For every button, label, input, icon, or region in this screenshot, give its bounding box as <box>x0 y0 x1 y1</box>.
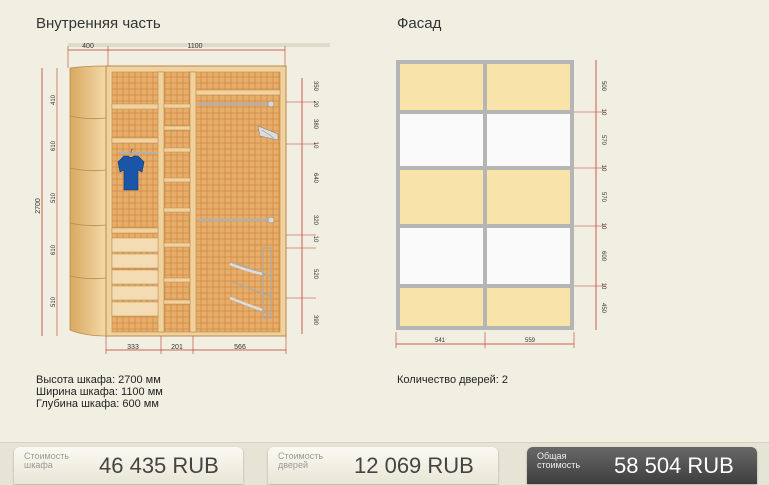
facade-panel-yellow <box>400 64 483 110</box>
facade-panel-yellow <box>487 288 570 326</box>
facade-dim-right-6: 600 <box>600 251 606 262</box>
cabinet-price-label: Стоимость шкафа <box>24 451 70 470</box>
dim-right-1: 20 <box>312 101 318 108</box>
dim-height-total: 2700 <box>35 198 42 214</box>
spec-depth: Глубина шкафа: 600 мм <box>36 398 159 410</box>
partition-1 <box>157 71 165 333</box>
drawer <box>111 285 159 301</box>
dim-right-4: 640 <box>312 173 318 184</box>
interior-title: Внутренняя часть <box>36 15 161 32</box>
facade-panel-white <box>400 114 483 166</box>
doors-price-label: Стоимость дверей <box>278 451 324 470</box>
doors-count: Количество дверей: 2 <box>397 374 508 386</box>
side-shelves <box>69 65 107 337</box>
doors-price-value: 12 069 RUB <box>354 453 474 478</box>
dim-bottom-2: 566 <box>234 344 246 351</box>
facade-dim-right-8: 450 <box>600 303 606 314</box>
spec-width: Ширина шкафа: 1100 мм <box>36 386 163 398</box>
facade-panel-white <box>400 228 483 284</box>
drawer <box>111 253 159 269</box>
facade-dim-right-4: 570 <box>600 192 606 203</box>
facade-dim-right-2: 570 <box>600 135 606 146</box>
facade-dim-right-5: 10 <box>600 223 606 230</box>
facade-dim-right-7: 10 <box>600 283 606 290</box>
dim-bottom-0: 333 <box>127 344 139 351</box>
dim-right-8: 390 <box>312 315 318 326</box>
configurator-panel: Внутренняя часть Фасад 400 1100 2700 410… <box>0 0 769 442</box>
dim-right-6: 10 <box>312 236 318 243</box>
facade-dim-right-3: 10 <box>600 165 606 172</box>
facade-panel-white <box>487 228 570 284</box>
dim-left-1: 610 <box>51 140 57 151</box>
cabinet-specs: Высота шкафа: 2700 мм Ширина шкафа: 1100… <box>36 374 163 410</box>
doors-price-box: Стоимость дверей 12 069 RUB <box>268 447 498 484</box>
facade-panel-yellow <box>400 288 483 326</box>
facade-drawing: 500 10 570 10 570 10 600 10 450 541 559 <box>395 60 606 348</box>
spec-height: Высота шкафа: 2700 мм <box>36 374 161 386</box>
cabinet-price-value: 46 435 RUB <box>99 453 219 478</box>
dim-left-0: 410 <box>51 94 57 105</box>
dim-bottom-1: 201 <box>171 344 183 351</box>
facade-dim-bottom-1: 559 <box>525 338 536 344</box>
interior-drawing: 400 1100 2700 410 610 510 610 510 350 20… <box>35 43 330 354</box>
dim-left-3: 610 <box>51 244 57 255</box>
dim-left-4: 510 <box>51 296 57 307</box>
facade-panel-yellow <box>400 170 483 224</box>
dim-top-0: 400 <box>82 43 94 50</box>
facade-panel-yellow <box>487 170 570 224</box>
facade-dim-bottom-0: 541 <box>435 338 446 344</box>
dim-top-1: 1100 <box>187 43 202 50</box>
facade-title: Фасад <box>397 15 442 32</box>
cabinet-price-box: Стоимость шкафа 46 435 RUB <box>14 447 243 484</box>
facade-dim-right-1: 10 <box>600 109 606 116</box>
facade-panel-white <box>487 114 570 166</box>
drawer <box>111 301 159 317</box>
total-price-box: Общая стоимость 58 504 RUB <box>527 447 757 484</box>
dim-right-7: 520 <box>312 269 318 280</box>
drawer <box>111 269 159 285</box>
dim-right-3: 10 <box>312 142 318 149</box>
facade-dim-right-0: 500 <box>600 81 606 92</box>
drawer <box>111 237 159 253</box>
dim-right-2: 380 <box>312 119 318 130</box>
dim-right-0: 350 <box>312 81 318 92</box>
total-price-label: Общая стоимость <box>537 451 581 470</box>
partition-2 <box>189 71 197 333</box>
total-price-value: 58 504 RUB <box>614 453 734 478</box>
dim-left-2: 510 <box>51 192 57 203</box>
facade-panel-yellow <box>487 64 570 110</box>
dim-right-5: 320 <box>312 215 318 226</box>
